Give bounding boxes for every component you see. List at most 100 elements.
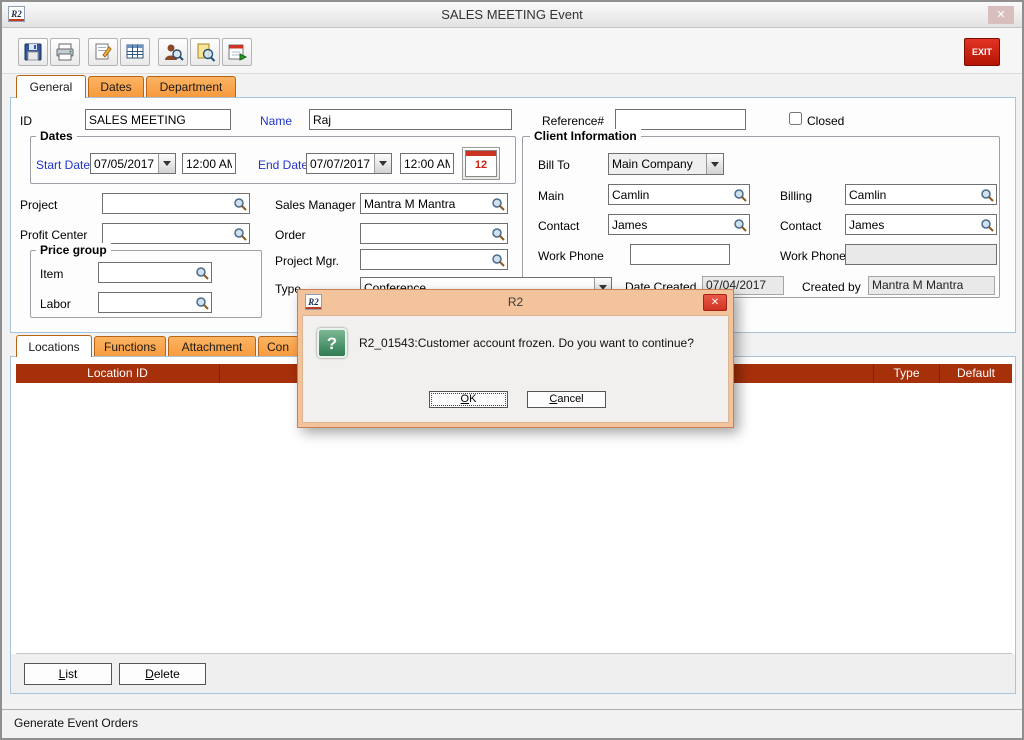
profit-center-lookup xyxy=(102,223,250,244)
order-search-button[interactable] xyxy=(489,224,507,243)
project-mgr-input[interactable] xyxy=(361,250,489,269)
search-icon xyxy=(733,218,747,232)
contact-input[interactable] xyxy=(609,215,731,234)
item-lookup xyxy=(98,262,212,283)
dialog-message: R2_01543:Customer account frozen. Do you… xyxy=(359,336,718,350)
bill-to-dropdown-button[interactable] xyxy=(706,154,723,174)
labor-label: Labor xyxy=(40,297,71,311)
profit-center-label: Profit Center xyxy=(20,228,87,242)
work-phone2-input xyxy=(845,244,997,265)
sales-manager-label: Sales Manager xyxy=(275,198,356,212)
billing-lookup xyxy=(845,184,997,205)
bill-to-combo xyxy=(608,153,724,175)
cancel-button[interactable]: Cancel xyxy=(527,391,606,408)
order-lookup xyxy=(360,223,508,244)
project-search-button[interactable] xyxy=(231,194,249,213)
calendar-icon-header xyxy=(466,151,496,156)
work-phone-input[interactable] xyxy=(630,244,730,265)
closed-checkbox[interactable] xyxy=(789,112,802,125)
calendar-icon: 12 xyxy=(465,150,497,177)
save-icon xyxy=(22,41,44,63)
main-lookup xyxy=(608,184,750,205)
tab-dates[interactable]: Dates xyxy=(88,76,144,97)
calendar-export-icon xyxy=(226,41,248,63)
project-mgr-lookup xyxy=(360,249,508,270)
start-date-input[interactable] xyxy=(91,154,158,173)
window-title: SALES MEETING Event xyxy=(2,7,1022,22)
start-date-combo xyxy=(90,153,176,174)
contact2-label: Contact xyxy=(780,219,821,233)
contact2-lookup xyxy=(845,214,997,235)
search-icon xyxy=(491,253,505,267)
start-time-input[interactable] xyxy=(182,153,236,174)
list-button[interactable]: List xyxy=(24,663,112,685)
end-date-dropdown-button[interactable] xyxy=(374,154,391,173)
end-date-input[interactable] xyxy=(307,154,374,173)
ok-button-label: OK xyxy=(430,392,507,407)
project-input[interactable] xyxy=(103,194,231,213)
profit-center-search-button[interactable] xyxy=(231,224,249,243)
billing-input[interactable] xyxy=(846,185,978,204)
labor-search-button[interactable] xyxy=(193,293,211,312)
item-label: Item xyxy=(40,267,63,281)
contact2-input[interactable] xyxy=(846,215,978,234)
project-lookup xyxy=(102,193,250,214)
edit-notes-icon xyxy=(92,41,114,63)
edit-notes-button[interactable] xyxy=(88,38,118,66)
created-by-value: Mantra M Mantra xyxy=(868,276,995,295)
person-search-button[interactable] xyxy=(158,38,188,66)
status-bar: Generate Event Orders xyxy=(2,709,1022,738)
question-icon: ? xyxy=(317,328,347,358)
tab-functions[interactable]: Functions xyxy=(94,336,166,357)
profit-center-input[interactable] xyxy=(103,224,231,243)
id-label: ID xyxy=(20,114,32,128)
sales-manager-search-button[interactable] xyxy=(489,194,507,213)
billing-search-button[interactable] xyxy=(978,185,996,204)
tab-department[interactable]: Department xyxy=(146,76,236,97)
contact2-search-button[interactable] xyxy=(978,215,996,234)
dialog-title-bar: R2 R2 ✕ xyxy=(298,290,733,315)
column-header-location-id: Location ID xyxy=(16,364,220,383)
document-search-button[interactable] xyxy=(190,38,220,66)
project-mgr-search-button[interactable] xyxy=(489,250,507,269)
id-input[interactable] xyxy=(85,109,231,130)
work-phone-label: Work Phone xyxy=(538,249,604,263)
list-button-label: List xyxy=(25,667,111,681)
delete-button[interactable]: Delete xyxy=(119,663,206,685)
print-button[interactable] xyxy=(50,38,80,66)
ok-button[interactable]: OK xyxy=(429,391,508,408)
column-header-type: Type xyxy=(874,364,940,383)
sales-manager-input[interactable] xyxy=(361,194,489,213)
grid-button[interactable] xyxy=(120,38,150,66)
main-search-button[interactable] xyxy=(731,185,749,204)
close-icon[interactable]: ✕ xyxy=(988,6,1014,24)
r2-message-dialog: R2 R2 ✕ ? R2_01543:Customer account froz… xyxy=(297,289,734,428)
tab-locations[interactable]: Locations xyxy=(16,335,92,357)
reference-input[interactable] xyxy=(615,109,746,130)
exit-button[interactable]: EXIT xyxy=(964,38,1000,66)
save-button[interactable] xyxy=(18,38,48,66)
bill-to-label: Bill To xyxy=(538,158,570,172)
price-group-title: Price group xyxy=(36,243,111,257)
contact-search-button[interactable] xyxy=(731,215,749,234)
main-input[interactable] xyxy=(609,185,731,204)
name-input[interactable] xyxy=(309,109,512,130)
tab-attachment[interactable]: Attachment xyxy=(168,336,256,357)
search-icon xyxy=(491,227,505,241)
item-input[interactable] xyxy=(99,263,193,282)
status-text: Generate Event Orders xyxy=(14,716,138,730)
calendar-button[interactable]: 12 xyxy=(462,147,500,180)
bill-to-input[interactable] xyxy=(609,154,706,174)
item-search-button[interactable] xyxy=(193,263,211,282)
project-label: Project xyxy=(20,198,57,212)
toolbar xyxy=(2,28,1022,74)
end-time-input[interactable] xyxy=(400,153,454,174)
labor-input[interactable] xyxy=(99,293,193,312)
order-input[interactable] xyxy=(361,224,489,243)
tab-general[interactable]: General xyxy=(16,75,86,98)
calendar-export-button[interactable] xyxy=(222,38,252,66)
dialog-close-icon[interactable]: ✕ xyxy=(703,294,727,311)
reference-label: Reference# xyxy=(542,114,604,128)
start-date-dropdown-button[interactable] xyxy=(158,154,175,173)
chevron-down-icon xyxy=(379,161,387,166)
